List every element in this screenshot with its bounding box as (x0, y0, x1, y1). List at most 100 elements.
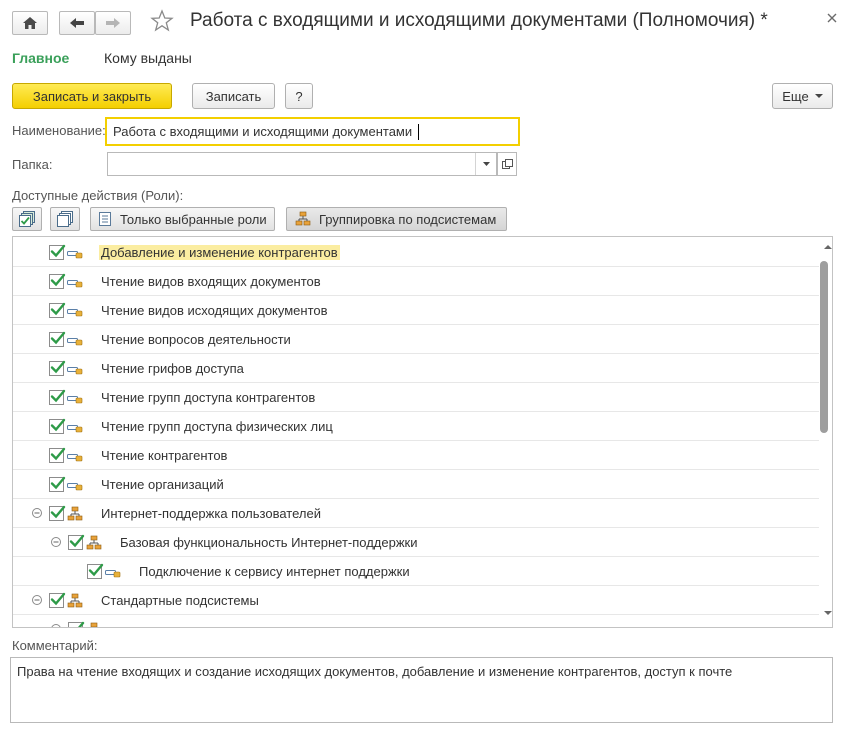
tree-row[interactable]: Чтение контрагентов (13, 441, 819, 470)
name-input[interactable]: Работа с входящими и исходящими документ… (105, 117, 520, 146)
checkbox[interactable] (49, 273, 66, 289)
back-button[interactable] (59, 11, 95, 35)
tree-row[interactable]: Чтение видов входящих документов (13, 267, 819, 296)
checkbox[interactable] (49, 360, 66, 376)
role-icon (67, 335, 83, 347)
tree-row-label: Чтение контрагентов (101, 448, 228, 463)
uncheck-all-button[interactable] (50, 207, 80, 231)
checkbox[interactable] (49, 418, 66, 434)
checkbox[interactable] (68, 621, 85, 627)
collapse-toggle-icon[interactable] (50, 536, 62, 548)
checkbox[interactable] (68, 534, 85, 550)
collapse-toggle-icon[interactable] (50, 623, 62, 627)
hierarchy-icon (295, 211, 311, 226)
role-icon (67, 393, 83, 405)
forward-button[interactable] (95, 11, 131, 35)
tree-row-label: Добавление и изменение контрагентов (99, 245, 340, 260)
role-icon (67, 248, 83, 260)
tree-row[interactable]: Чтение грифов доступа (13, 354, 819, 383)
uncheck-all-icon (57, 211, 73, 227)
checkbox[interactable] (49, 389, 66, 405)
group-by-subsystems-label: Группировка по подсистемам (319, 211, 497, 227)
scroll-up-icon[interactable] (823, 243, 833, 251)
tree-row[interactable]: Чтение организаций (13, 470, 819, 499)
tree-row[interactable]: Добавление и изменение контрагентов (13, 238, 819, 267)
checkbox[interactable] (49, 592, 66, 608)
tree-row-label: Базовая функциональность Интернет-поддер… (120, 535, 418, 550)
roles-tree[interactable]: Добавление и изменение контрагентов Чтени… (12, 236, 833, 628)
home-button[interactable] (12, 11, 48, 35)
checkbox[interactable] (49, 331, 66, 347)
folder-open-button[interactable] (497, 152, 517, 176)
tab-issued-to[interactable]: Кому выданы (104, 50, 192, 66)
role-icon (67, 422, 83, 434)
tree-row[interactable]: Стандартные подсистемы (13, 586, 819, 615)
role-icon (105, 567, 121, 579)
comment-textarea[interactable]: Права на чтение входящих и создание исхо… (10, 657, 833, 723)
more-button[interactable]: Еще (772, 83, 833, 109)
more-label: Еще (782, 88, 809, 104)
scroll-thumb[interactable] (820, 261, 828, 433)
window-title: Работа с входящими и исходящими документ… (190, 10, 768, 31)
tree-row[interactable]: Чтение групп доступа физических лиц (13, 412, 819, 441)
only-selected-roles-label: Только выбранные роли (120, 211, 267, 227)
tree-row-label: Чтение видов входящих документов (101, 274, 321, 289)
tree-row[interactable]: Базовая функциональность Интернет-поддер… (13, 528, 819, 557)
home-icon (23, 17, 37, 29)
only-selected-roles-toggle[interactable]: Только выбранные роли (90, 207, 275, 231)
checkbox[interactable] (49, 302, 66, 318)
star-icon (150, 9, 174, 32)
tree-row[interactable]: Чтение вопросов деятельности (13, 325, 819, 354)
check-all-button[interactable] (12, 207, 42, 231)
name-input-value: Работа с входящими и исходящими документ… (113, 124, 413, 139)
chevron-down-icon (483, 161, 490, 166)
comment-label: Комментарий: (12, 638, 98, 653)
tree-row-label: Подключение к сервису интернет поддержки (139, 564, 410, 579)
tree-row[interactable]: Подключение к сервису интернет поддержки (13, 557, 819, 586)
role-icon (67, 364, 83, 376)
roles-label: Доступные действия (Роли): (12, 188, 184, 203)
scroll-down-icon[interactable] (823, 609, 833, 617)
subsystem-icon (86, 535, 102, 551)
role-icon (67, 306, 83, 318)
favorite-star-button[interactable] (150, 9, 174, 36)
group-by-subsystems-toggle[interactable]: Группировка по подсистемам (286, 207, 507, 231)
subsystem-icon (67, 506, 83, 522)
subsystem-icon (67, 593, 83, 609)
arrow-left-icon (70, 18, 84, 28)
document-icon (99, 212, 111, 226)
tab-main[interactable]: Главное (12, 50, 69, 66)
check-all-icon (19, 211, 35, 227)
checkbox[interactable] (49, 447, 66, 463)
close-icon (827, 13, 837, 23)
collapse-toggle-icon[interactable] (31, 507, 43, 519)
checkbox[interactable] (87, 563, 104, 579)
tree-row-label: Чтение видов исходящих документов (101, 303, 328, 318)
collapse-toggle-icon[interactable] (31, 594, 43, 606)
checkbox[interactable] (49, 244, 66, 260)
tree-row-label: Чтение групп доступа контрагентов (101, 390, 316, 405)
name-label: Наименование: (12, 123, 106, 138)
subsystem-icon (86, 622, 102, 627)
tree-row[interactable]: Чтение групп доступа контрагентов (13, 383, 819, 412)
arrow-right-icon (106, 18, 120, 28)
tree-row-label: Интернет-поддержка пользователей (101, 506, 321, 521)
tree-row-label: Стандартные подсистемы (101, 593, 259, 608)
role-icon (67, 277, 83, 289)
tree-row[interactable] (13, 615, 819, 627)
tree-row[interactable]: Чтение видов исходящих документов (13, 296, 819, 325)
folder-input[interactable] (107, 152, 497, 176)
help-button[interactable]: ? (285, 83, 313, 109)
save-and-close-button[interactable]: Записать и закрыть (12, 83, 172, 109)
tree-row-label: Чтение организаций (101, 477, 224, 492)
tree-row[interactable]: Интернет-поддержка пользователей (13, 499, 819, 528)
tree-row-label: Чтение грифов доступа (101, 361, 244, 376)
checkbox[interactable] (49, 505, 66, 521)
close-button[interactable] (826, 11, 838, 27)
save-button[interactable]: Записать (192, 83, 275, 109)
open-icon (502, 159, 513, 169)
checkbox[interactable] (49, 476, 66, 492)
folder-dropdown-button[interactable] (475, 153, 497, 175)
text-caret (418, 124, 419, 140)
folder-label: Папка: (12, 157, 53, 172)
